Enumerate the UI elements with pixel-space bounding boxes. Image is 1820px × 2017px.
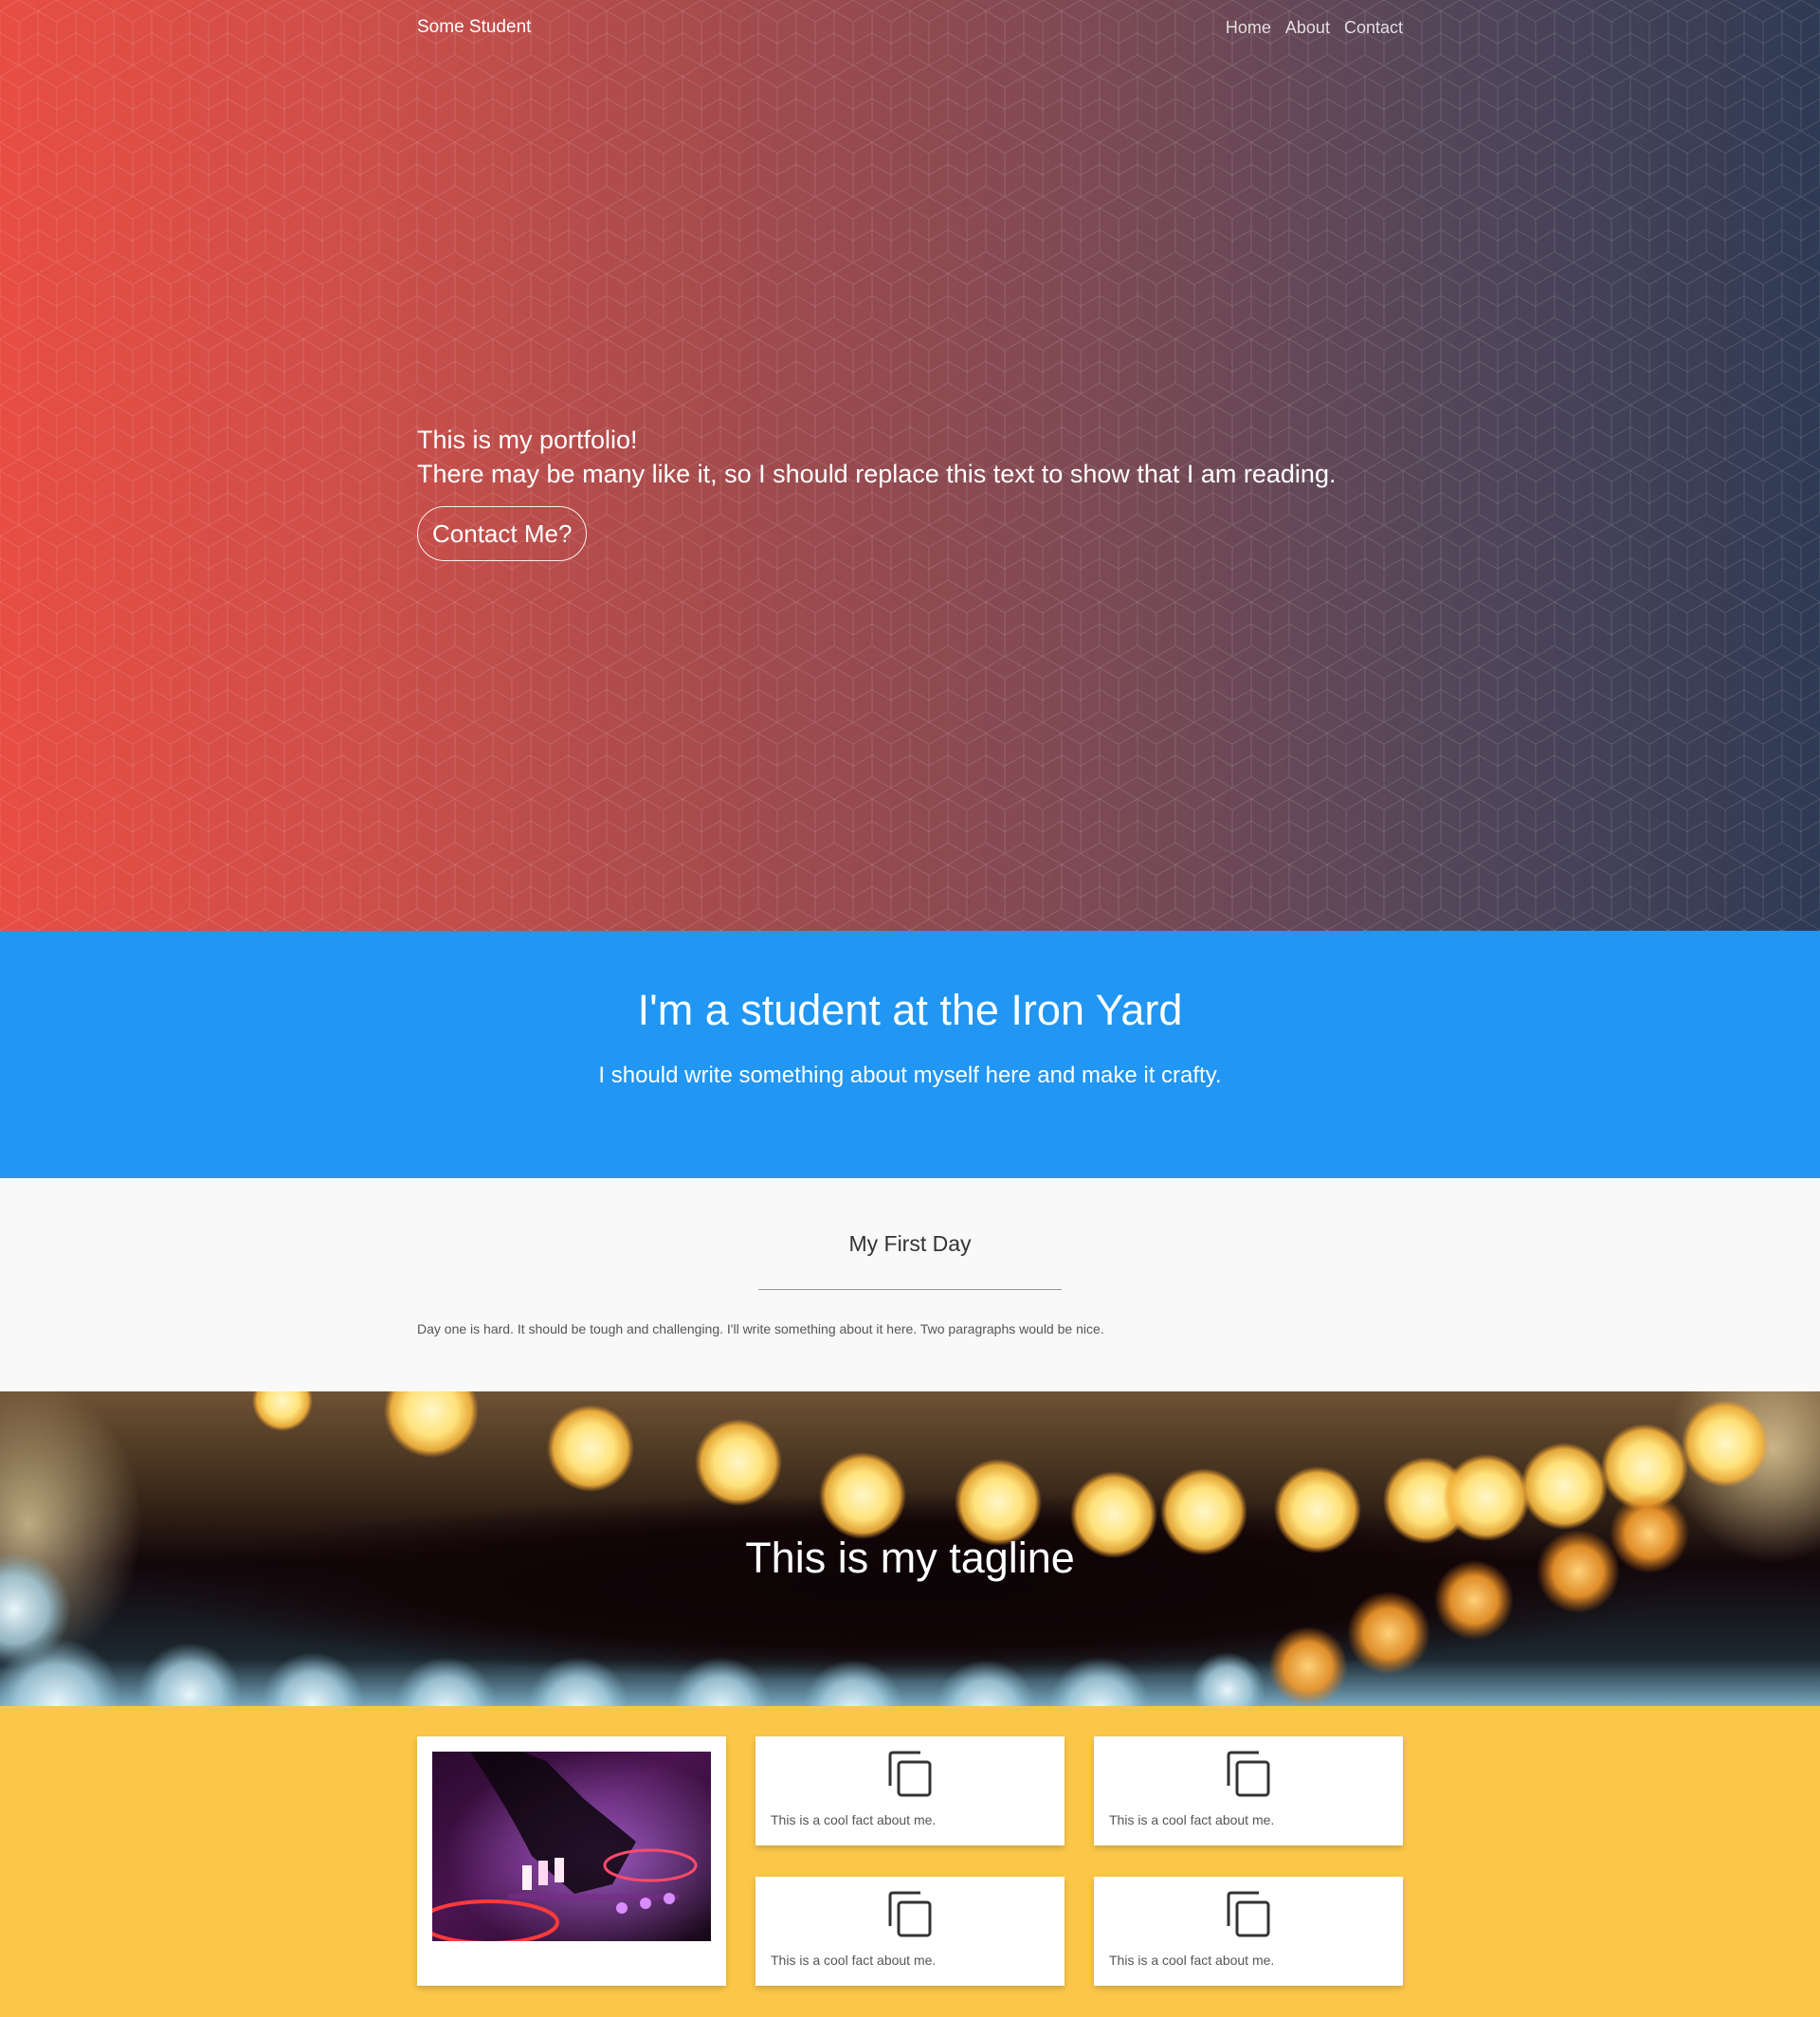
nav-home-link[interactable]: Home xyxy=(1226,18,1271,38)
contact-me-button[interactable]: Contact Me? xyxy=(417,506,588,561)
fact-text: This is a cool fact about me. xyxy=(771,1953,937,1968)
hero-body: This is my portfolio! There may be many … xyxy=(417,423,1336,561)
hero-section: Some Student Home About Contact This is … xyxy=(0,0,1820,931)
fact-card: This is a cool fact about me. xyxy=(1094,1877,1403,1986)
about-text: I should write something about myself he… xyxy=(598,1063,1222,1088)
top-nav: Some Student Home About Contact xyxy=(417,0,1403,55)
tagline-text: This is my tagline xyxy=(745,1534,1075,1582)
copy-icon xyxy=(888,1751,932,1797)
about-section: I'm a student at the Iron Yard I should … xyxy=(0,931,1820,1178)
fact-card: This is a cool fact about me. xyxy=(1094,1736,1403,1845)
fact-text: This is a cool fact about me. xyxy=(1109,1953,1275,1968)
hero-subheading: There may be many like it, so I should r… xyxy=(417,460,1337,488)
fact-text: This is a cool fact about me. xyxy=(771,1812,937,1827)
dj-turntable-photo xyxy=(432,1752,711,1941)
about-title: I'm a student at the Iron Yard xyxy=(637,986,1183,1034)
fact-text: This is a cool fact about me. xyxy=(1109,1812,1275,1827)
copy-icon xyxy=(888,1891,932,1937)
nav-links: Home About Contact xyxy=(1226,18,1403,38)
fact-card: This is a cool fact about me. xyxy=(755,1877,1065,1986)
post-section: My First Day Day one is hard. It should … xyxy=(0,1178,1820,1391)
copy-icon xyxy=(1227,1891,1270,1937)
post-divider xyxy=(758,1289,1062,1290)
nav-contact-link[interactable]: Contact xyxy=(1344,18,1403,38)
copy-icon xyxy=(1227,1751,1270,1797)
photo-card xyxy=(417,1736,726,1986)
facts-section: This is a cool fact about me. This is a … xyxy=(0,1706,1820,2017)
post-text: Day one is hard. It should be tough and … xyxy=(417,1321,1104,1336)
tagline-section: This is my tagline xyxy=(0,1391,1820,1706)
nav-about-link[interactable]: About xyxy=(1285,18,1330,38)
fact-card: This is a cool fact about me. xyxy=(755,1736,1065,1845)
hero-heading: This is my portfolio! xyxy=(417,426,638,454)
post-title: My First Day xyxy=(848,1231,972,1256)
brand-link[interactable]: Some Student xyxy=(417,17,531,38)
